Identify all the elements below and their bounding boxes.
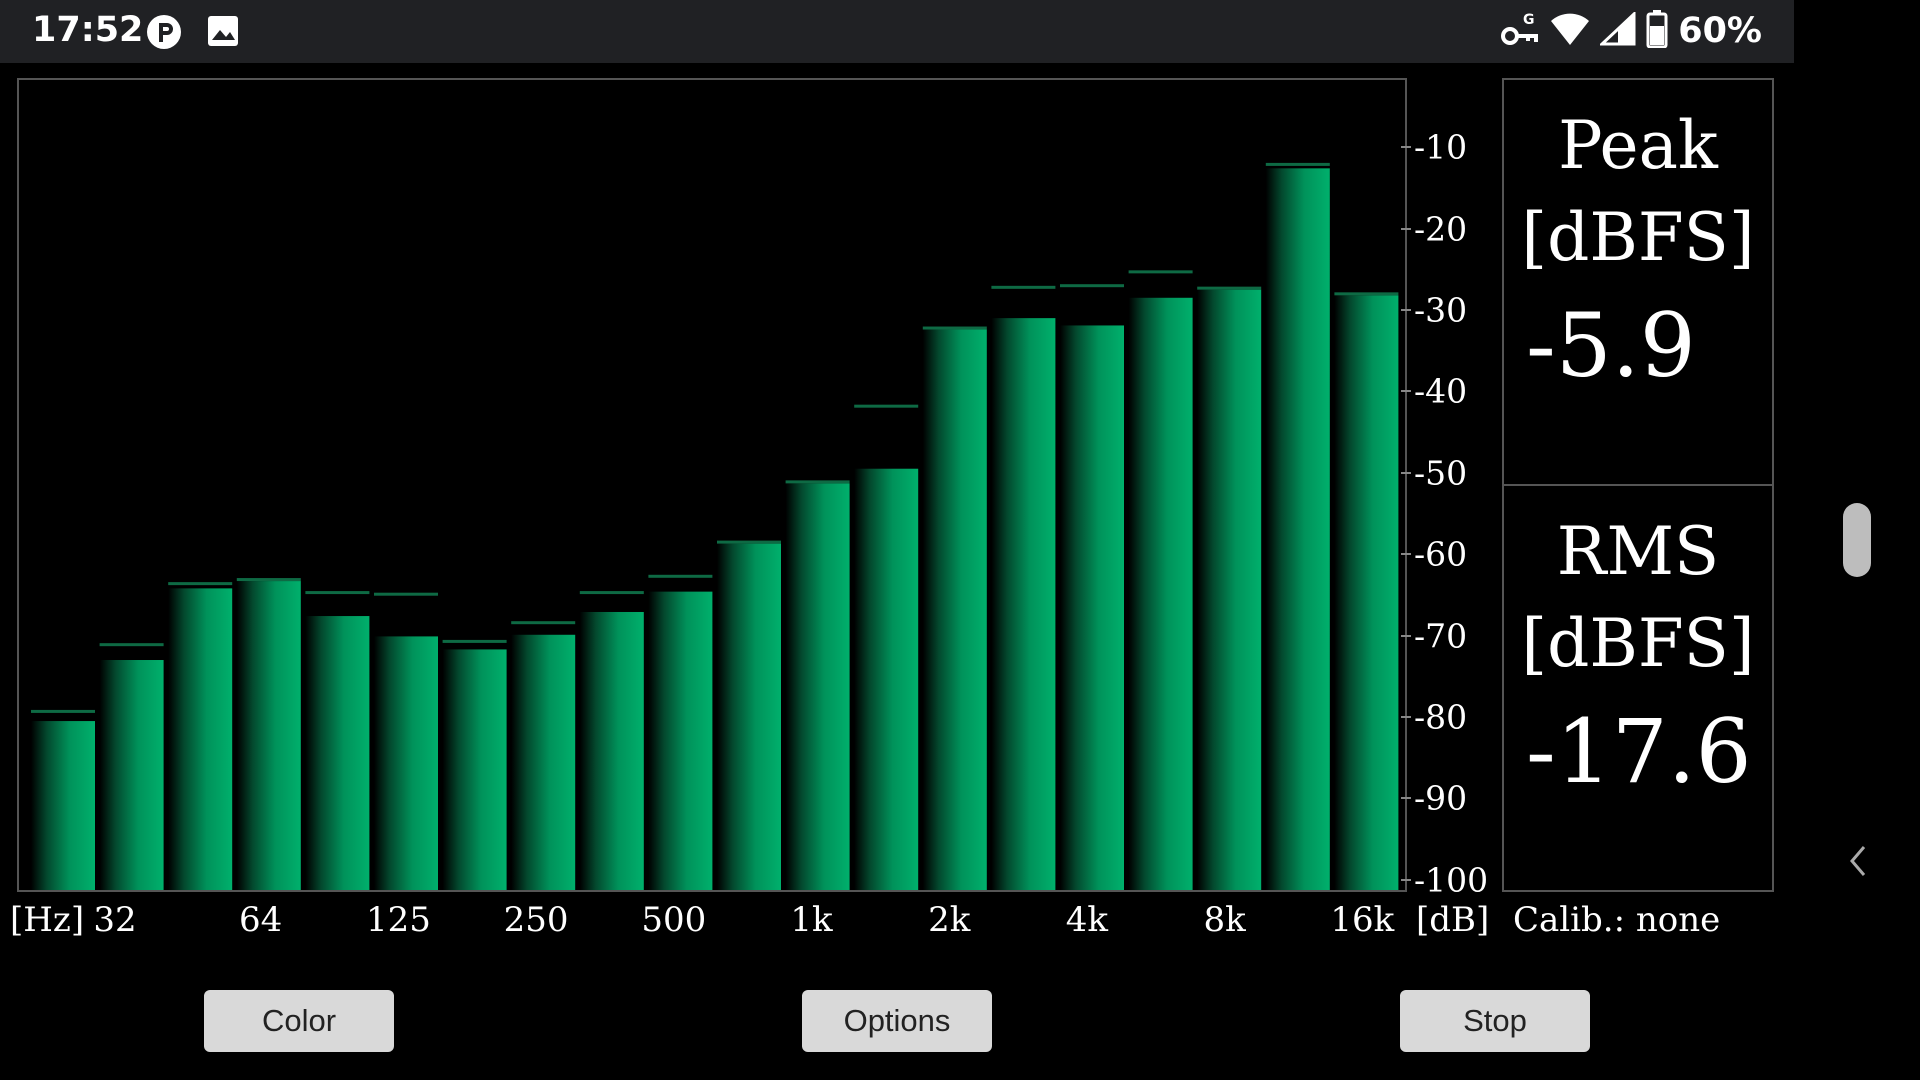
signal-icon (1598, 10, 1636, 50)
spectrum-bar (991, 318, 1056, 890)
peak-hold-marker (991, 285, 1056, 289)
y-tick-mark (1401, 797, 1411, 800)
y-tick-label: -80 (1414, 697, 1468, 737)
y-tick-label: -60 (1414, 534, 1468, 574)
spectrum-bar (922, 329, 987, 890)
image-icon (206, 14, 240, 52)
spectrum-bar (374, 636, 438, 890)
spectrum-bar-chart (31, 162, 1399, 890)
y-tick-mark (1401, 227, 1411, 230)
spectrum-bar (99, 660, 164, 890)
x-tick-label: 1k (790, 900, 833, 940)
rms-value: -17.6 (1526, 700, 1752, 803)
y-tick-label: -50 (1414, 453, 1468, 493)
y-tick-label: -90 (1414, 778, 1468, 818)
y-tick-label: -10 (1414, 127, 1468, 167)
y-tick-mark (1401, 390, 1411, 393)
y-tick-mark (1401, 634, 1411, 637)
peak-hold-marker (1265, 162, 1330, 166)
spectrum-bar (717, 543, 781, 890)
rms-title: RMS (1556, 513, 1720, 590)
y-tick-label: -40 (1414, 371, 1468, 411)
y-tick-mark (1401, 308, 1411, 311)
peak-hold-marker (854, 404, 919, 408)
spectrum-bar (1197, 289, 1262, 890)
spectrum-bar (168, 588, 233, 890)
y-tick-mark (1401, 878, 1411, 881)
peak-hold-marker (717, 540, 781, 544)
peak-hold-marker (579, 591, 644, 595)
peak-hold-marker (374, 592, 438, 596)
x-tick-label: 2k (928, 900, 971, 940)
x-tick-label: 8k (1203, 900, 1246, 940)
battery-percent: 60% (1678, 11, 1762, 51)
peak-hold-marker (1128, 270, 1193, 274)
spectrum-bar (785, 483, 850, 890)
peak-readout: Peak [dBFS] -5.9 (1502, 78, 1774, 486)
options-button[interactable]: Options (802, 990, 992, 1052)
stop-button[interactable]: Stop (1400, 990, 1590, 1052)
x-tick-label: 32 (93, 900, 137, 940)
vpn-key-icon: G (1500, 10, 1540, 52)
rms-unit: [dBFS] (1521, 605, 1755, 682)
peak-hold-marker (305, 591, 370, 595)
spectrum-bar (854, 468, 919, 890)
spectrum-bar (1128, 297, 1193, 890)
peak-hold-marker (31, 709, 95, 713)
peak-hold-marker (648, 574, 713, 578)
spectrum-bar (1060, 325, 1124, 890)
spectrum-bar (236, 581, 301, 890)
peak-hold-marker (168, 582, 233, 586)
y-tick-mark (1401, 715, 1411, 718)
status-bar: 17:52 G 60% (0, 0, 1794, 63)
peak-hold-marker (236, 578, 301, 582)
peak-hold-marker (1334, 292, 1399, 296)
y-tick-label: -30 (1414, 290, 1468, 330)
y-axis-unit: [dB] (1416, 900, 1490, 940)
peak-hold-marker (99, 643, 164, 647)
x-tick-label: 250 (503, 900, 569, 940)
chevron-left-icon[interactable] (1846, 843, 1870, 883)
svg-text:G: G (1523, 12, 1535, 28)
x-tick-label: 16k (1330, 900, 1395, 940)
y-tick-mark (1401, 146, 1411, 149)
calibration-status: Calib.: none (1513, 900, 1721, 940)
peak-hold-marker (1060, 284, 1124, 288)
color-button[interactable]: Color (204, 990, 394, 1052)
spectrum-bar (1265, 168, 1330, 890)
y-tick-label: -100 (1414, 860, 1489, 900)
y-tick-mark (1401, 471, 1411, 474)
peak-hold-marker (442, 639, 507, 643)
spectrum-bar (305, 616, 370, 890)
scrollbar-thumb[interactable] (1843, 503, 1871, 577)
x-tick-label: 500 (641, 900, 707, 940)
peak-hold-marker (922, 326, 987, 330)
peak-hold-marker (1197, 286, 1262, 290)
peak-hold-marker (511, 621, 576, 625)
peak-value: -5.9 (1526, 294, 1696, 397)
battery-icon (1646, 10, 1668, 52)
spectrum-bar (648, 591, 713, 890)
y-tick-label: -20 (1414, 209, 1468, 249)
x-tick-label: 125 (365, 900, 431, 940)
y-tick-mark (1401, 553, 1411, 556)
y-tick-label: -70 (1414, 616, 1468, 656)
spectrum-bar (31, 721, 95, 890)
wifi-icon (1550, 12, 1590, 50)
spectrum-bar (511, 634, 576, 890)
spectrum-bar (442, 649, 507, 890)
x-tick-label: 64 (239, 900, 283, 940)
peak-unit: [dBFS] (1521, 199, 1755, 276)
status-right-group: G 60% (1500, 8, 1762, 54)
spectrum-bar (1334, 295, 1399, 890)
spectrum-bar (579, 611, 644, 890)
x-tick-label: 4k (1065, 900, 1109, 940)
peak-hold-marker (785, 480, 850, 484)
rms-readout: RMS [dBFS] -17.6 (1502, 484, 1774, 892)
peak-title: Peak (1558, 107, 1718, 184)
x-axis-unit: [Hz] (10, 900, 85, 940)
status-time: 17:52 (32, 10, 144, 50)
pocket-casts-icon (146, 14, 182, 54)
